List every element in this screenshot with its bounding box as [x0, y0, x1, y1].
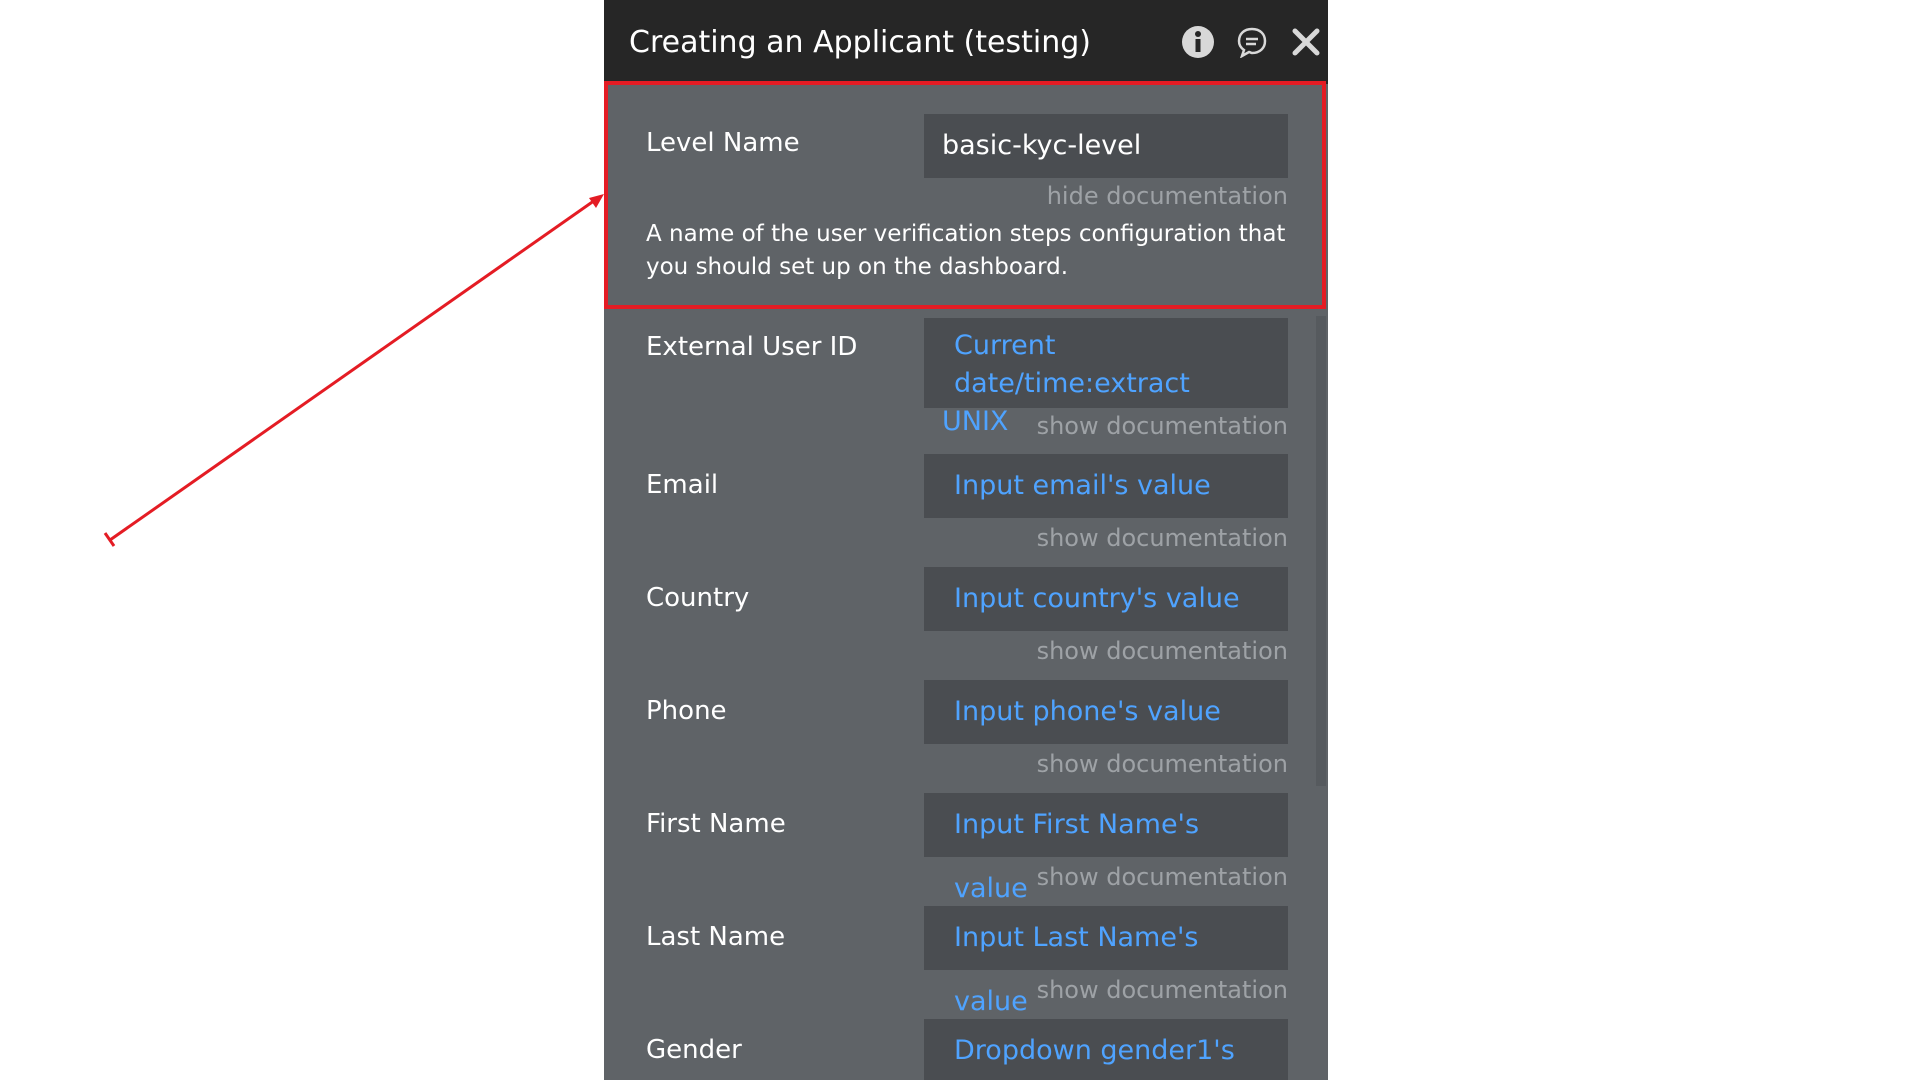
panel-scrollbar[interactable]	[1316, 316, 1326, 786]
country-input[interactable]: Input country's value	[924, 567, 1288, 631]
property-editor-panel: Creating an Applicant (testing) Level Na…	[604, 0, 1328, 1080]
show-documentation-link[interactable]: show documentation	[1037, 750, 1288, 778]
field-row-phone: Phone Input phone's value show documenta…	[604, 672, 1328, 784]
panel-titlebar: Creating an Applicant (testing)	[604, 0, 1328, 84]
email-input[interactable]: Input email's value	[924, 454, 1288, 518]
level-name-input[interactable]: basic-kyc-level	[924, 114, 1288, 178]
field-value-line: Current date/time:extract	[954, 330, 1190, 399]
field-row-external-user-id: External User ID Current date/time:extra…	[604, 308, 1328, 444]
show-documentation-link[interactable]: show documentation	[1037, 976, 1288, 1004]
field-label: Country	[646, 583, 750, 613]
field-row-last-name: Last Name Input Last Name's value show d…	[604, 898, 1328, 1017]
field-row-level-name: Level Name basic-kyc-level hide document…	[604, 84, 1328, 308]
first-name-input[interactable]: Input First Name's value	[924, 793, 1288, 904]
last-name-input[interactable]: Input Last Name's value	[924, 906, 1288, 1017]
field-label: External User ID	[646, 332, 858, 362]
field-label: First Name	[646, 809, 786, 839]
field-row-email: Email Input email's value show documenta…	[604, 446, 1328, 558]
close-icon[interactable]	[1288, 24, 1324, 60]
field-row-first-name: First Name Input First Name's value show…	[604, 785, 1328, 904]
field-label: Gender	[646, 1035, 742, 1065]
phone-input[interactable]: Input phone's value	[924, 680, 1288, 744]
gender-input[interactable]: Dropdown gender1's	[924, 1019, 1288, 1080]
field-documentation: A name of the user verification steps co…	[646, 221, 1286, 280]
show-documentation-link[interactable]: show documentation	[1037, 524, 1288, 552]
show-documentation-link[interactable]: show documentation	[1037, 863, 1288, 891]
field-label: Last Name	[646, 922, 786, 952]
show-documentation-link[interactable]: show documentation	[1037, 637, 1288, 665]
field-row-country: Country Input country's value show docum…	[604, 559, 1328, 671]
field-label: Level Name	[646, 128, 800, 158]
external-user-id-input[interactable]: Current date/time:extract UNIX	[924, 318, 1288, 437]
info-icon[interactable]	[1180, 24, 1216, 60]
field-label: Phone	[646, 696, 727, 726]
hide-documentation-link[interactable]: hide documentation	[1047, 182, 1288, 210]
comment-icon[interactable]	[1234, 24, 1270, 60]
show-documentation-link[interactable]: show documentation	[1037, 412, 1288, 440]
field-row-gender: Gender Dropdown gender1's	[604, 1011, 1328, 1080]
panel-title: Creating an Applicant (testing)	[629, 25, 1091, 60]
field-label: Email	[646, 470, 719, 500]
